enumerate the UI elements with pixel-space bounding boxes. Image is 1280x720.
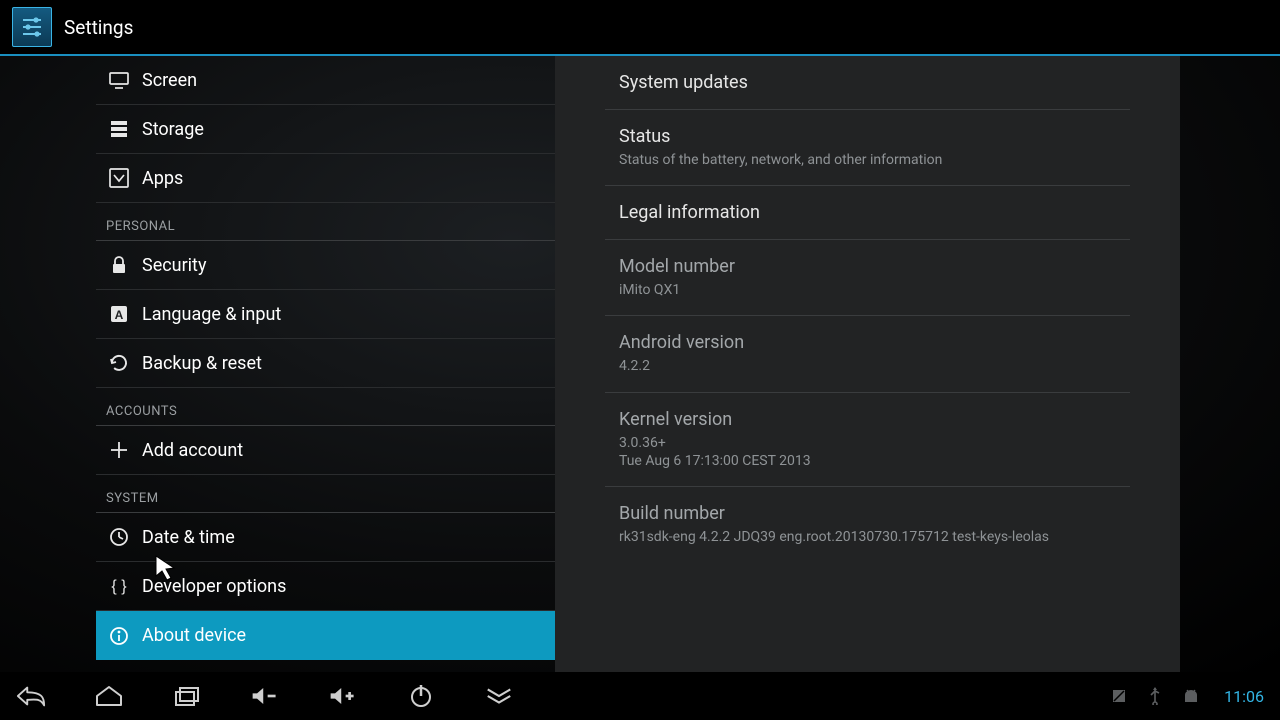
row-model-number: Model number iMito QX1 [605, 240, 1130, 316]
sidebar-item-label: Screen [142, 70, 197, 91]
sidebar-section-personal: PERSONAL [96, 203, 555, 241]
detail-pane: System updates Status Status of the batt… [555, 56, 1180, 672]
sidebar-item-developer[interactable]: { } Developer options [96, 562, 555, 611]
sidebar-item-label: Language & input [142, 304, 281, 325]
braces-icon: { } [108, 575, 130, 597]
sidebar-item-label: Add account [142, 440, 243, 461]
sidebar-item-label: Backup & reset [142, 353, 262, 374]
sidebar-item-label: About device [142, 625, 246, 646]
expand-button[interactable] [484, 683, 514, 709]
row-title: Build number [619, 503, 1116, 524]
svg-text:A: A [115, 308, 124, 322]
row-title: Status [619, 126, 1116, 147]
row-sub: Status of the battery, network, and othe… [619, 151, 1116, 169]
clock-icon [108, 526, 130, 548]
volume-up-button[interactable] [328, 683, 358, 709]
screen-icon [108, 69, 130, 91]
row-title: System updates [619, 72, 1116, 93]
plus-icon [108, 439, 130, 461]
usb-icon [1146, 687, 1164, 705]
svg-text:{ }: { } [111, 578, 127, 595]
home-button[interactable] [94, 683, 124, 709]
sidebar-item-datetime[interactable]: Date & time [96, 513, 555, 562]
row-title: Android version [619, 332, 1116, 353]
row-system-updates[interactable]: System updates [605, 56, 1130, 110]
sidebar-item-security[interactable]: Security [96, 241, 555, 290]
sidebar-item-label: Date & time [142, 527, 235, 548]
row-legal[interactable]: Legal information [605, 186, 1130, 240]
backup-icon [108, 352, 130, 374]
sidebar-item-screen[interactable]: Screen [96, 56, 555, 105]
sidebar-item-apps[interactable]: Apps [96, 154, 555, 203]
row-android-version[interactable]: Android version 4.2.2 [605, 316, 1130, 392]
row-build-number[interactable]: Build number rk31sdk-eng 4.2.2 JDQ39 eng… [605, 487, 1130, 562]
row-title: Legal information [619, 202, 1116, 223]
sidebar-item-language[interactable]: A Language & input [96, 290, 555, 339]
storage-icon [108, 118, 130, 140]
row-sub: 4.2.2 [619, 357, 1116, 375]
info-icon [108, 625, 130, 647]
apps-icon [108, 167, 130, 189]
row-sub: iMito QX1 [619, 281, 1116, 299]
sidebar-item-backup[interactable]: Backup & reset [96, 339, 555, 388]
lock-icon [108, 254, 130, 276]
sidebar-section-accounts: ACCOUNTS [96, 388, 555, 426]
back-button[interactable] [16, 683, 46, 709]
row-sub: rk31sdk-eng 4.2.2 JDQ39 eng.root.2013073… [619, 528, 1116, 546]
row-status[interactable]: Status Status of the battery, network, a… [605, 110, 1130, 186]
sidebar-item-add-account[interactable]: Add account [96, 426, 555, 475]
clock[interactable]: 11:06 [1224, 687, 1264, 706]
header: Settings [0, 0, 1280, 56]
sidebar-item-label: Developer options [142, 576, 286, 597]
sidebar-section-system: SYSTEM [96, 475, 555, 513]
sidebar-item-about[interactable]: About device [96, 611, 555, 660]
power-button[interactable] [406, 683, 436, 709]
android-icon [1182, 687, 1200, 705]
lang-icon: A [108, 303, 130, 325]
volume-down-button[interactable] [250, 683, 280, 709]
sdcard-icon [1110, 687, 1128, 705]
sidebar-item-label: Security [142, 255, 206, 276]
sidebar-item-label: Apps [142, 168, 183, 189]
page-title: Settings [64, 16, 133, 39]
row-kernel-version: Kernel version 3.0.36+ Tue Aug 6 17:13:0… [605, 393, 1130, 487]
sidebar-item-storage[interactable]: Storage [96, 105, 555, 154]
row-title: Model number [619, 256, 1116, 277]
recents-button[interactable] [172, 683, 202, 709]
sidebar-item-label: Storage [142, 119, 204, 140]
row-sub: 3.0.36+ Tue Aug 6 17:13:00 CEST 2013 [619, 434, 1116, 470]
settings-icon [12, 7, 52, 47]
row-title: Kernel version [619, 409, 1116, 430]
sidebar: Screen Storage Apps PERSONAL Security A [96, 56, 555, 672]
system-navbar: 11:06 [0, 672, 1280, 720]
